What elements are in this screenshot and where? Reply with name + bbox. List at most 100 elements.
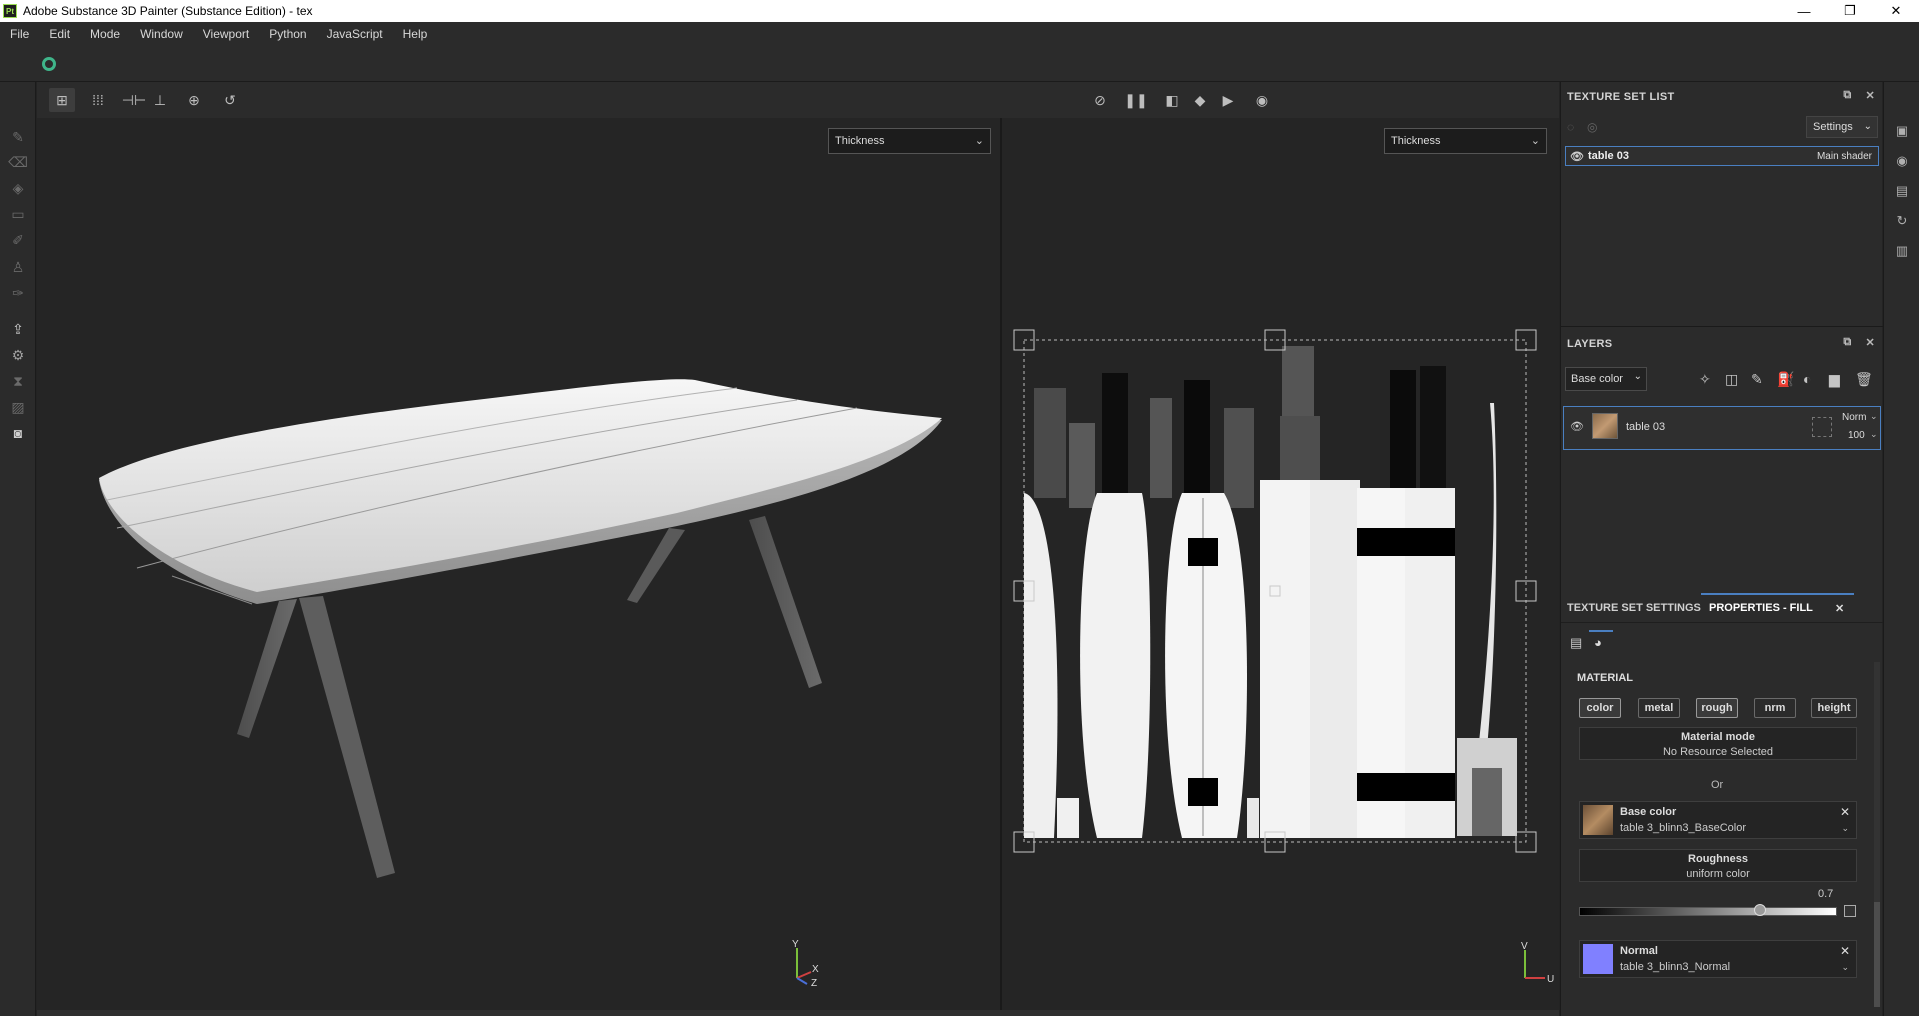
- settings-dropdown[interactable]: Settings ⌄: [1806, 116, 1878, 138]
- axis-gizmo-3d: Y X Z: [792, 939, 819, 988]
- minimize-button[interactable]: —: [1781, 0, 1827, 22]
- properties-scrollbar[interactable]: [1874, 662, 1880, 1007]
- axis-y-label: Y: [792, 939, 799, 950]
- or-label: Or: [1711, 779, 1724, 791]
- bake-export-icon[interactable]: ⇪: [8, 319, 28, 339]
- material-color-button[interactable]: color: [1579, 698, 1621, 718]
- chevron-down-icon[interactable]: ⌄: [1841, 823, 1849, 834]
- close-panel-icon[interactable]: ✕: [1865, 89, 1875, 102]
- eye-icon[interactable]: ◎: [1587, 120, 1597, 134]
- add-mask-icon[interactable]: ◫: [1725, 371, 1738, 388]
- chevron-down-icon[interactable]: ⌄: [1841, 962, 1849, 973]
- menu-file[interactable]: File: [0, 27, 39, 41]
- mask-slot[interactable]: [1812, 417, 1832, 437]
- history-icon[interactable]: ↺: [217, 88, 243, 112]
- normal-slot[interactable]: Normal table 3_blinn3_Normal ✕ ⌄: [1579, 940, 1857, 978]
- add-paint-layer-icon[interactable]: ✎: [1751, 371, 1763, 388]
- fill-settings-icon[interactable]: ▤: [1570, 635, 1582, 651]
- eraser-icon[interactable]: ⌫: [8, 152, 28, 172]
- timer-icon[interactable]: ⧗: [8, 371, 28, 391]
- geometry-mask-icon[interactable]: ▭: [8, 204, 28, 224]
- camera-view-icon[interactable]: ◙: [8, 423, 28, 443]
- close-window-button[interactable]: ✕: [1873, 0, 1919, 22]
- material-sphere-icon[interactable]: ◕: [1594, 635, 1602, 650]
- shader-settings-icon[interactable]: ◉: [1893, 152, 1911, 170]
- mirror-x-icon[interactable]: ⊣⊢: [121, 88, 147, 112]
- viewport-2d[interactable]: Thickness ⌄ V U: [1002, 118, 1559, 1010]
- texture-set-item[interactable]: 👁 table 03 Main shader: [1565, 146, 1879, 166]
- grid-mode-icon[interactable]: ⁞⁞⁞: [85, 88, 111, 112]
- texture-set-shader[interactable]: Main shader: [1817, 151, 1872, 162]
- normal-thumbnail: [1583, 944, 1613, 974]
- projection-icon[interactable]: ◈: [8, 178, 28, 198]
- history-icon[interactable]: ↻: [1893, 212, 1911, 230]
- mirror-y-icon[interactable]: ⊥: [147, 88, 173, 112]
- add-fill-layer-icon[interactable]: ⛽: [1777, 371, 1794, 388]
- viewport-3d[interactable]: Thickness ⌄ Y X Z: [37, 118, 1000, 1010]
- base-color-slot[interactable]: Base color table 3_blinn3_BaseColor ✕ ⌄: [1579, 801, 1857, 839]
- menu-window[interactable]: Window: [130, 27, 193, 41]
- split-view-icon[interactable]: ◧: [1159, 88, 1185, 112]
- layer-name[interactable]: table 03: [1626, 421, 1665, 433]
- close-tab-icon[interactable]: ✕: [1835, 602, 1844, 615]
- mask-disabled-icon[interactable]: ▨: [8, 397, 28, 417]
- roughness-slider-track[interactable]: [1579, 907, 1837, 916]
- active-subtab-indicator: [1589, 630, 1613, 632]
- chevron-down-icon: ⌄: [1863, 121, 1872, 132]
- layer-visibility-icon[interactable]: 👁: [1570, 420, 1584, 433]
- menu-mode[interactable]: Mode: [80, 27, 130, 41]
- clone-stamp-icon[interactable]: ♙: [8, 257, 28, 277]
- eye-hidden-icon[interactable]: ◌: [1567, 120, 1574, 134]
- menu-edit[interactable]: Edit: [39, 27, 80, 41]
- material-rough-button[interactable]: rough: [1696, 698, 1738, 718]
- material-mode-box[interactable]: Material mode No Resource Selected: [1579, 727, 1857, 760]
- display-settings-icon[interactable]: ▣: [1893, 122, 1911, 140]
- close-icon[interactable]: ✕: [1840, 805, 1850, 819]
- roughness-box[interactable]: Roughness uniform color: [1579, 849, 1857, 882]
- uv-mode-icon[interactable]: ⊞: [49, 88, 75, 112]
- pause-icon[interactable]: ❚❚: [1123, 88, 1149, 112]
- material-nrm-button[interactable]: nrm: [1754, 698, 1796, 718]
- blend-mode[interactable]: Norm: [1842, 412, 1866, 423]
- scrollbar-thumb[interactable]: [1874, 902, 1880, 1007]
- float-panel-icon[interactable]: ⧉: [1843, 336, 1851, 349]
- visibility-eye-icon[interactable]: 👁: [1570, 150, 1584, 163]
- paint-brush-icon[interactable]: ✎: [8, 127, 28, 147]
- plugin-ring-icon[interactable]: [42, 57, 56, 71]
- layer-opacity[interactable]: 100: [1848, 430, 1865, 441]
- menu-help[interactable]: Help: [393, 27, 438, 41]
- restore-button[interactable]: ❐: [1827, 0, 1873, 22]
- tab-properties-fill[interactable]: PROPERTIES - FILL: [1709, 602, 1813, 614]
- material-mode-label: Material mode: [1681, 731, 1755, 743]
- tab-texture-set-settings[interactable]: TEXTURE SET SETTINGS: [1567, 602, 1701, 614]
- roughness-slider-handle[interactable]: [1753, 904, 1766, 916]
- settings-gear-icon[interactable]: ⚙: [8, 345, 28, 365]
- menu-javascript[interactable]: JavaScript: [317, 27, 393, 41]
- log-icon[interactable]: ▥: [1893, 242, 1911, 260]
- menu-python[interactable]: Python: [259, 27, 316, 41]
- layer-item[interactable]: 👁 table 03 Norm ⌄ 100 ⌄: [1563, 406, 1881, 450]
- color-picker-icon[interactable]: ✑: [8, 283, 28, 303]
- random-seed-icon[interactable]: [1844, 905, 1856, 917]
- close-panel-icon[interactable]: ✕: [1865, 336, 1875, 349]
- screenshot-icon[interactable]: ◉: [1249, 88, 1275, 112]
- smudge-icon[interactable]: ✐: [8, 230, 28, 250]
- delete-layer-icon[interactable]: 🗑: [1855, 371, 1873, 388]
- add-icon[interactable]: ⊕: [181, 88, 207, 112]
- material-height-button[interactable]: height: [1811, 698, 1857, 718]
- material-metal-button[interactable]: metal: [1638, 698, 1680, 718]
- layers-header: LAYERS ⧉ ✕: [1561, 329, 1883, 359]
- window-title: Adobe Substance 3D Painter (Substance Ed…: [23, 4, 313, 18]
- add-smart-material-icon[interactable]: ◐: [1803, 371, 1811, 387]
- add-folder-icon[interactable]: ▆: [1829, 371, 1840, 388]
- hide-icon[interactable]: ⊘: [1087, 88, 1113, 112]
- assets-icon[interactable]: ▤: [1893, 182, 1911, 200]
- float-panel-icon[interactable]: ⧉: [1843, 89, 1851, 102]
- channel-filter-dropdown[interactable]: Base color ⌄: [1565, 367, 1647, 391]
- context-toolbar: [0, 46, 1919, 82]
- menu-viewport[interactable]: Viewport: [193, 27, 259, 41]
- effects-wand-icon[interactable]: ✧: [1699, 371, 1711, 388]
- camera-icon[interactable]: ▶: [1215, 88, 1241, 112]
- display-cube-icon[interactable]: ◆: [1187, 88, 1213, 112]
- close-icon[interactable]: ✕: [1840, 944, 1850, 958]
